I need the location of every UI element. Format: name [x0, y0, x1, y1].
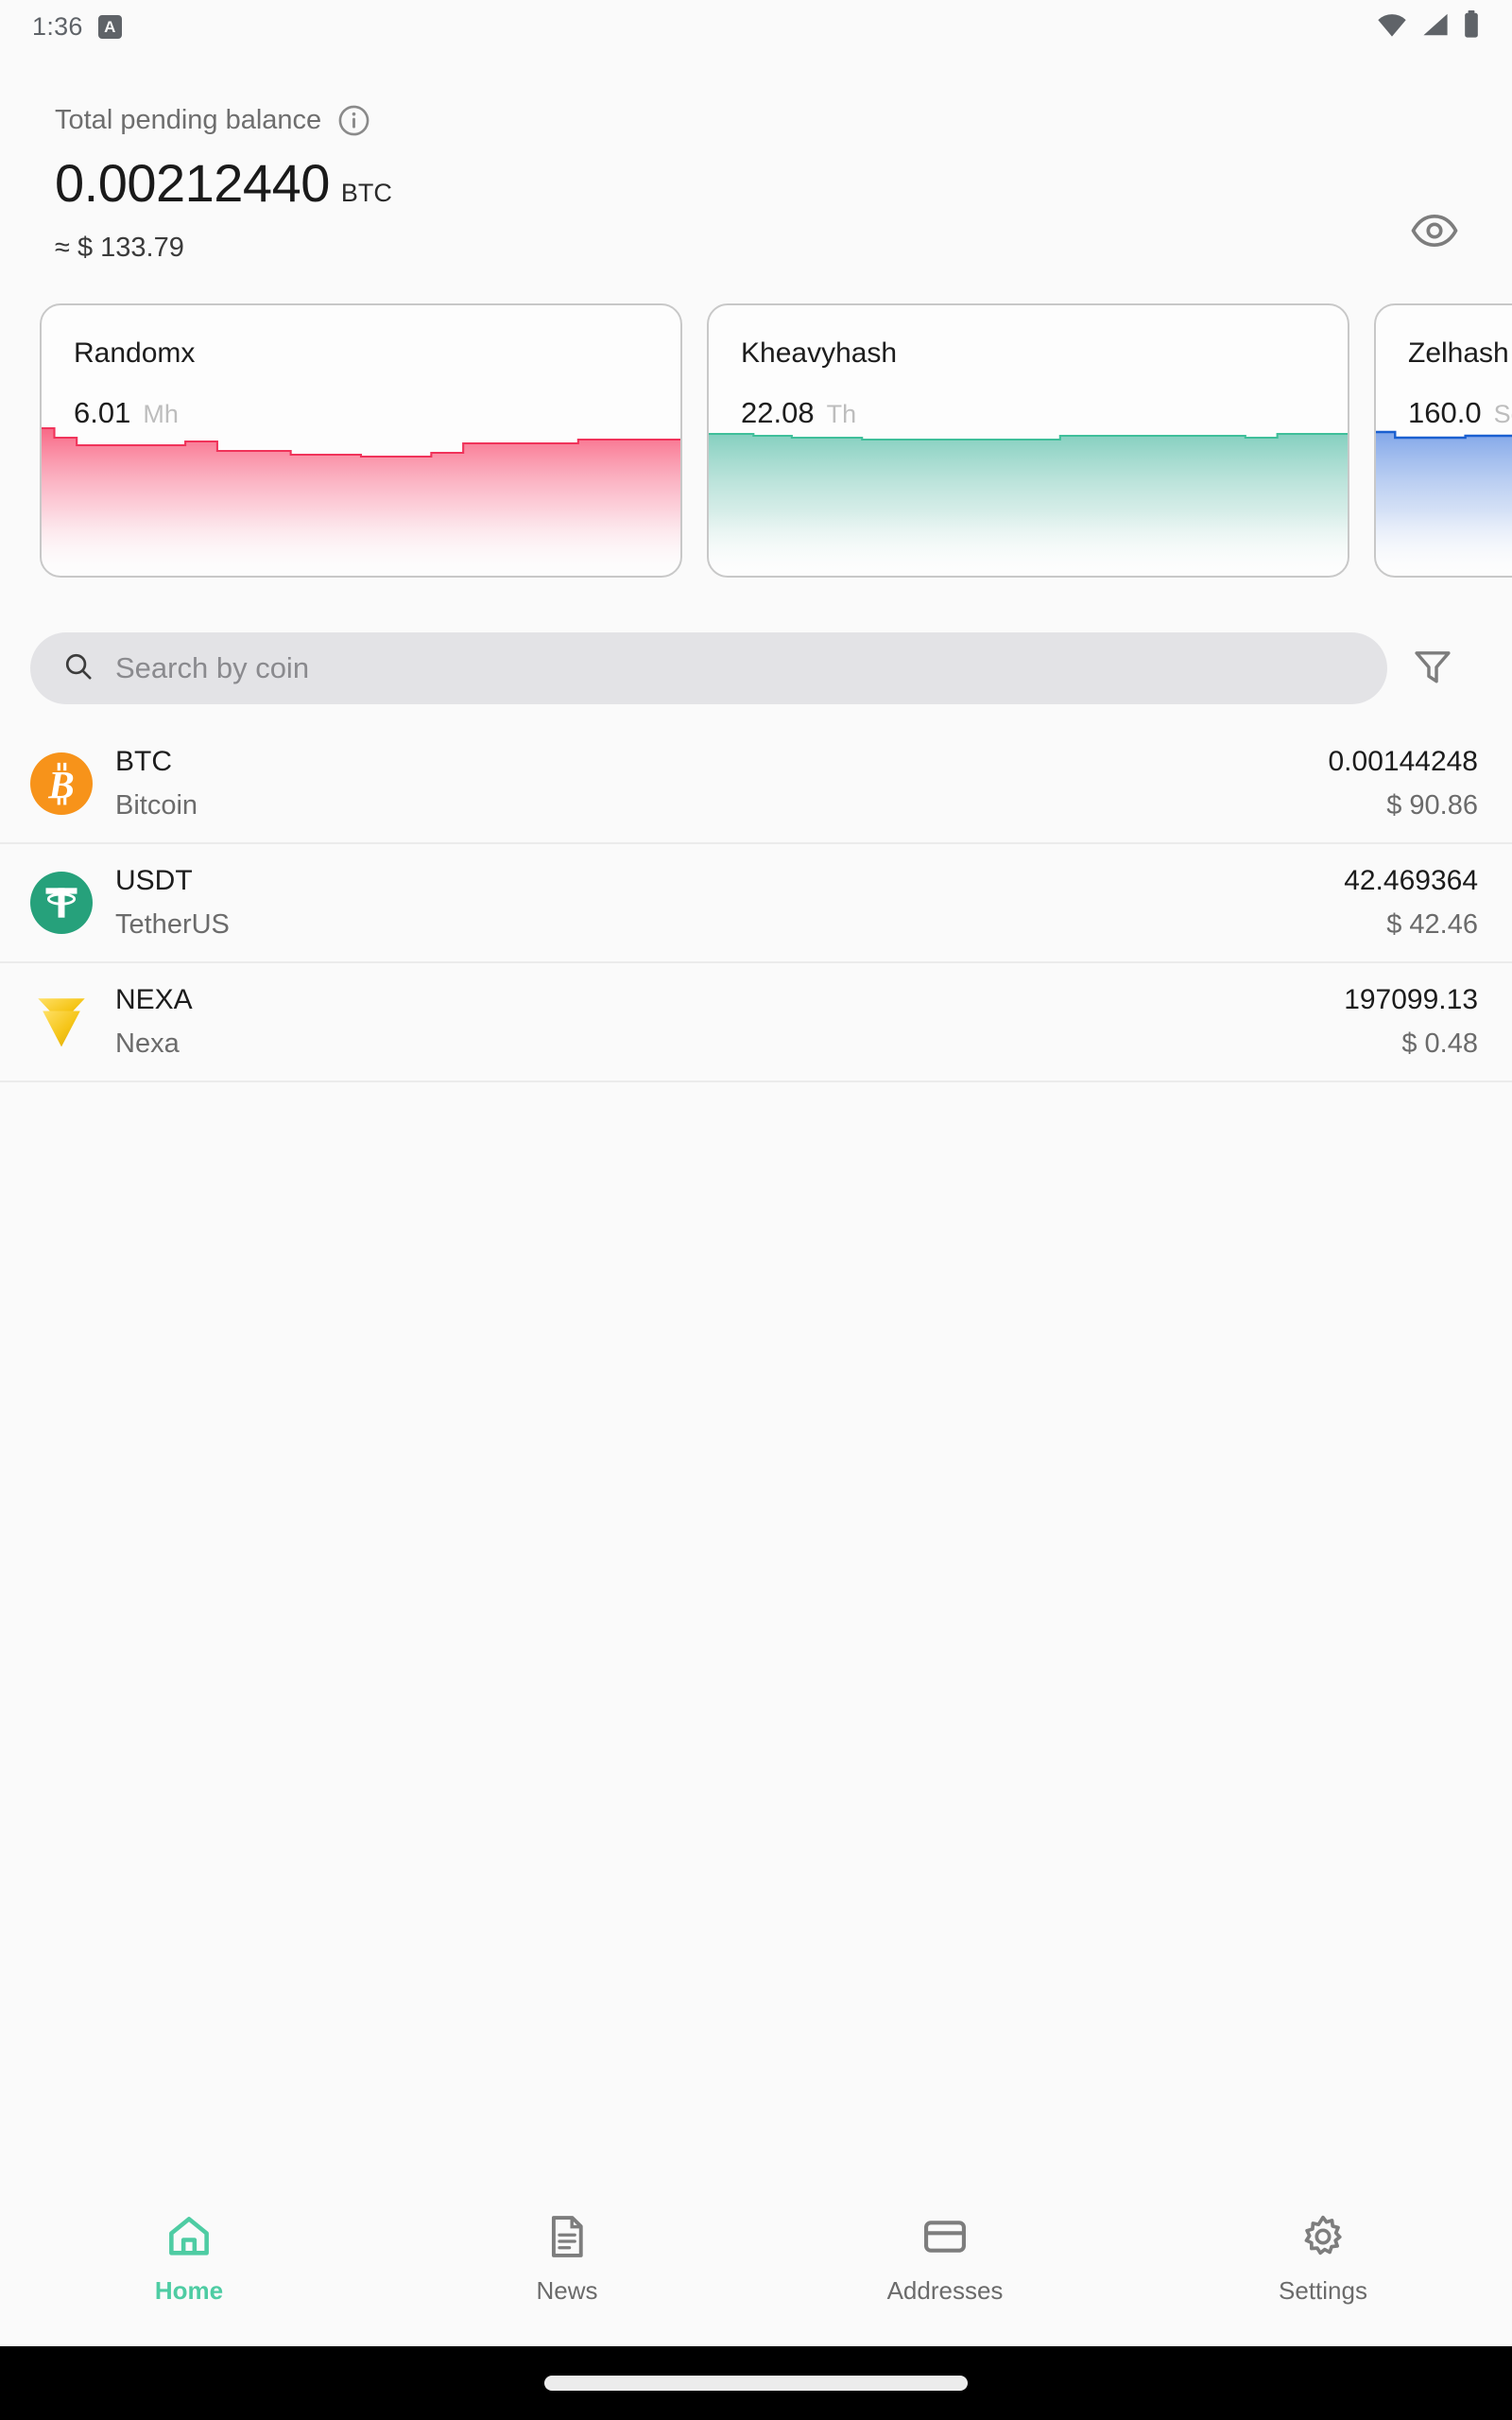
app-screen: 1:36 A Total pending balance 0.00212440 … — [0, 0, 1512, 2420]
balance-amount: 0.00212440 — [55, 153, 330, 213]
algorithm-card-randomx[interactable]: Randomx 6.01 Mh — [40, 303, 682, 578]
coin-values: 197099.13 $ 0.48 — [1344, 984, 1478, 1060]
hashrate-unit: Th — [826, 400, 857, 428]
search-input[interactable] — [115, 651, 1355, 685]
coin-symbol: USDT — [115, 865, 193, 896]
sparkline-chart-randomx — [42, 424, 680, 576]
balance-label: Total pending balance — [55, 105, 322, 135]
wifi-icon — [1376, 11, 1408, 43]
balance-amount-row: 0.00212440 BTC — [55, 152, 1474, 214]
search-row — [0, 632, 1512, 704]
list-item[interactable]: B BTC Bitcoin 0.00144248 $ 90.86 — [0, 725, 1512, 844]
hashrate-value: 22.08 — [741, 396, 815, 429]
tether-logo-icon — [30, 872, 93, 934]
balance-header: Total pending balance 0.00212440 BTC ≈ $… — [0, 53, 1512, 264]
status-bar-left: 1:36 A — [32, 12, 122, 42]
toggle-balance-visibility-button[interactable] — [1406, 204, 1463, 261]
coin-fiat-value: $ 42.46 — [1386, 909, 1478, 940]
algorithm-cards-carousel[interactable]: Randomx 6.01 Mh Kheavyhash 22.08 Th Zelh… — [0, 303, 1512, 583]
coin-full-name: TetherUS — [115, 909, 230, 940]
coin-fiat-value: $ 90.86 — [1386, 790, 1478, 821]
algorithm-name: Randomx — [74, 337, 196, 369]
hashrate-row: 6.01 Mh — [74, 396, 680, 430]
gesture-handle[interactable] — [544, 2376, 968, 2391]
coin-fiat-value: $ 0.48 — [1401, 1028, 1478, 1059]
list-item[interactable]: NEXA Nexa 197099.13 $ 0.48 — [0, 963, 1512, 1082]
coin-full-name: Nexa — [115, 1028, 180, 1059]
nav-label-news: News — [536, 2276, 598, 2305]
card-header: Kheavyhash 22.08 Th — [709, 305, 1348, 430]
algorithm-card-zelhash[interactable]: Zelhash 160.0 Sol — [1374, 303, 1512, 578]
coin-values: 42.469364 $ 42.46 — [1344, 865, 1478, 941]
coin-amount: 0.00144248 — [1328, 746, 1479, 777]
filter-icon — [1411, 645, 1454, 693]
nav-item-settings[interactable]: Settings — [1134, 2212, 1512, 2306]
system-gesture-bar — [0, 2346, 1512, 2420]
coin-amount: 42.469364 — [1344, 865, 1478, 896]
nav-label-home: Home — [154, 2276, 224, 2305]
hashrate-row: 160.0 Sol — [1408, 396, 1512, 430]
algorithm-card-kheavyhash[interactable]: Kheavyhash 22.08 Th — [707, 303, 1349, 578]
coin-identity: USDT TetherUS — [115, 865, 1321, 941]
sparkline-chart-zelhash — [1376, 424, 1512, 576]
app-notification-badge-icon: A — [97, 14, 122, 39]
hashrate-unit: Mh — [143, 400, 179, 428]
search-field-container[interactable] — [30, 632, 1387, 704]
sparkline-chart-kheavyhash — [709, 424, 1348, 576]
home-icon — [164, 2212, 214, 2261]
card-header: Zelhash 160.0 Sol — [1376, 305, 1512, 430]
info-icon[interactable] — [337, 104, 370, 137]
nav-item-home[interactable]: Home — [0, 2212, 378, 2306]
list-item[interactable]: USDT TetherUS 42.469364 $ 42.46 — [0, 844, 1512, 963]
balance-label-row: Total pending balance — [55, 104, 1474, 137]
coin-symbol: NEXA — [115, 984, 193, 1015]
coin-identity: BTC Bitcoin — [115, 746, 1306, 821]
gear-icon — [1298, 2212, 1348, 2261]
status-bar: 1:36 A — [0, 0, 1512, 53]
nav-label-addresses: Addresses — [886, 2276, 1004, 2305]
balance-currency-unit: BTC — [340, 179, 392, 207]
algorithm-name: Kheavyhash — [741, 337, 898, 369]
nav-label-settings: Settings — [1279, 2276, 1367, 2305]
status-bar-clock: 1:36 — [32, 11, 83, 41]
nexa-logo-icon — [30, 991, 93, 1053]
news-document-icon — [542, 2212, 592, 2261]
coin-list: B BTC Bitcoin 0.00144248 $ 90.86 USDT Te… — [0, 725, 1512, 1082]
card-header: Randomx 6.01 Mh — [42, 305, 680, 430]
hashrate-unit: Sol — [1493, 400, 1512, 428]
bottom-navigation-bar: Home News Addresses Settings — [0, 2191, 1512, 2346]
hashrate-value: 160.0 — [1408, 396, 1482, 429]
coin-full-name: Bitcoin — [115, 790, 198, 821]
card-icon — [920, 2212, 970, 2261]
filter-button[interactable] — [1387, 632, 1478, 704]
svg-text:B: B — [47, 763, 75, 806]
algorithm-name: Zelhash — [1408, 337, 1509, 369]
coin-identity: NEXA Nexa — [115, 984, 1321, 1060]
coin-amount: 197099.13 — [1344, 984, 1478, 1015]
eye-icon — [1410, 206, 1459, 260]
coin-values: 0.00144248 $ 90.86 — [1329, 746, 1479, 821]
cellular-signal-icon — [1420, 11, 1451, 43]
bitcoin-logo-icon: B — [30, 752, 93, 815]
status-bar-right — [1376, 9, 1480, 43]
nav-item-news[interactable]: News — [378, 2212, 756, 2306]
hashrate-value: 6.01 — [74, 396, 131, 429]
balance-fiat-value: ≈ $ 133.79 — [55, 233, 184, 263]
battery-icon — [1463, 9, 1480, 43]
coin-symbol: BTC — [115, 746, 172, 777]
hashrate-row: 22.08 Th — [741, 396, 1348, 430]
nav-item-addresses[interactable]: Addresses — [756, 2212, 1134, 2306]
search-icon — [62, 650, 94, 687]
